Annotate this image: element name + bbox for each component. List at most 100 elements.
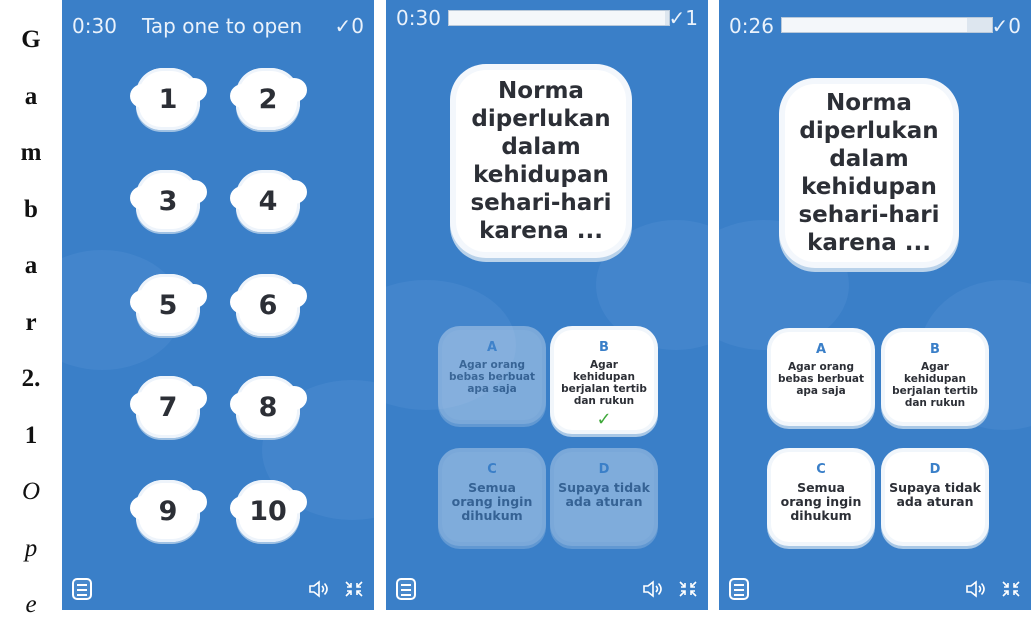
progress-fill bbox=[782, 18, 967, 32]
answer-letter: B bbox=[930, 342, 940, 357]
tile-9[interactable]: 9 bbox=[130, 480, 207, 542]
menu-icon[interactable] bbox=[396, 578, 416, 600]
question-line: Norma bbox=[498, 78, 584, 104]
tile-5[interactable]: 5 bbox=[130, 274, 207, 336]
answer-letter: C bbox=[487, 462, 497, 477]
question-line: dalam bbox=[501, 134, 581, 160]
menu-icon[interactable] bbox=[729, 578, 749, 600]
answer-text: Semua orang ingin dihukum bbox=[780, 480, 862, 523]
side-caption: G a m b a r 2. 1 O p e bbox=[0, 0, 62, 618]
question-line: sehari-hari bbox=[470, 190, 612, 216]
tile-4[interactable]: 4 bbox=[230, 170, 307, 232]
answer-text: Supaya tidak ada aturan bbox=[889, 480, 981, 509]
tile-number: 2 bbox=[258, 83, 278, 115]
menu-icon[interactable] bbox=[72, 578, 92, 600]
bottom-bar bbox=[386, 564, 708, 610]
tile-number: 6 bbox=[258, 289, 278, 321]
top-bar: 0:30 Tap one to open ✓0 bbox=[62, 0, 374, 46]
score: ✓0 bbox=[334, 14, 364, 38]
check-icon: ✓ bbox=[596, 409, 612, 430]
side-letter: p bbox=[24, 534, 38, 562]
answer-text: Agar orang bebas berbuat apa saja bbox=[448, 359, 536, 395]
progress-bar bbox=[781, 17, 993, 33]
answer-text: Agar orang bebas berbuat apa saja bbox=[777, 361, 865, 397]
tile-number: 8 bbox=[258, 391, 278, 423]
timer: 0:30 bbox=[396, 6, 441, 30]
tile-2[interactable]: 2 bbox=[230, 68, 307, 130]
bottom-bar bbox=[62, 564, 374, 610]
answer-c[interactable]: C Semua orang ingin dihukum bbox=[771, 452, 871, 542]
top-bar: 0:26 ✓0 bbox=[719, 0, 1031, 46]
tile-number: 10 bbox=[249, 495, 287, 527]
question-line: Norma bbox=[826, 90, 912, 116]
tile-number: 5 bbox=[158, 289, 178, 321]
question-line: karena ... bbox=[479, 218, 603, 244]
answer-d[interactable]: D Supaya tidak ada aturan bbox=[885, 452, 985, 542]
tile-6[interactable]: 6 bbox=[230, 274, 307, 336]
question-card: Norma diperlukan dalam kehidupan sehari-… bbox=[456, 70, 626, 252]
question-line: sehari-hari bbox=[798, 202, 940, 228]
side-letter: 2. bbox=[21, 365, 41, 392]
answer-d[interactable]: D Supaya tidak ada aturan bbox=[554, 452, 654, 542]
tile-8[interactable]: 8 bbox=[230, 376, 307, 438]
question-line: kehidupan bbox=[801, 174, 937, 200]
answer-text: Semua orang ingin dihukum bbox=[451, 480, 533, 523]
tile-10[interactable]: 10 bbox=[230, 480, 307, 542]
answer-text: Agar kehidupan berjalan tertib dan rukun bbox=[561, 359, 647, 407]
question-line: diperlukan bbox=[471, 106, 611, 132]
speaker-icon[interactable] bbox=[965, 580, 987, 598]
tile-number: 7 bbox=[158, 391, 178, 423]
tile-number: 1 bbox=[158, 83, 178, 115]
answer-a[interactable]: A Agar orang bebas berbuat apa saja bbox=[771, 332, 871, 422]
tile-number: 9 bbox=[158, 495, 178, 527]
side-letter: a bbox=[24, 82, 38, 110]
answer-a[interactable]: A Agar orang bebas berbuat apa saja bbox=[442, 330, 542, 420]
tile-number: 3 bbox=[158, 185, 178, 217]
answer-letter: D bbox=[598, 462, 610, 477]
score: ✓1 bbox=[668, 6, 698, 30]
answer-letter: B bbox=[599, 340, 609, 355]
answer-b[interactable]: B Agar kehidupan berjalan tertib dan ruk… bbox=[554, 330, 654, 430]
collapse-icon[interactable] bbox=[1001, 580, 1021, 598]
side-letter: r bbox=[25, 308, 37, 336]
side-letter: G bbox=[21, 26, 41, 53]
game-panel-question: 0:26 ✓0 Norma diperlukan dalam kehidupan… bbox=[719, 0, 1031, 610]
question-line: kehidupan bbox=[473, 162, 609, 188]
side-letter: 1 bbox=[24, 421, 38, 449]
progress-bar bbox=[448, 10, 670, 26]
timer: 0:30 bbox=[72, 14, 117, 38]
answer-text: Agar kehidupan berjalan tertib dan rukun bbox=[892, 361, 978, 409]
bottom-bar bbox=[719, 564, 1031, 610]
top-bar: 0:30 ✓1 bbox=[386, 0, 708, 46]
instruction-text: Tap one to open bbox=[142, 14, 303, 38]
tile-number: 4 bbox=[258, 185, 278, 217]
answer-letter: A bbox=[815, 342, 827, 357]
answer-b[interactable]: B Agar kehidupan berjalan tertib dan ruk… bbox=[885, 332, 985, 422]
side-letter: a bbox=[24, 252, 38, 279]
tile-3[interactable]: 3 bbox=[130, 170, 207, 232]
side-letter: O bbox=[21, 478, 41, 505]
side-letter: e bbox=[25, 591, 37, 618]
answer-letter: A bbox=[486, 340, 498, 355]
answer-text: Supaya tidak ada aturan bbox=[558, 480, 650, 509]
collapse-icon[interactable] bbox=[344, 580, 364, 598]
question-line: dalam bbox=[829, 146, 909, 172]
answer-letter: D bbox=[929, 462, 941, 477]
speaker-icon[interactable] bbox=[642, 580, 664, 598]
question-line: diperlukan bbox=[799, 118, 939, 144]
speaker-icon[interactable] bbox=[308, 580, 330, 598]
question-card: Norma diperlukan dalam kehidupan sehari-… bbox=[785, 84, 953, 262]
question-line: karena ... bbox=[807, 230, 931, 256]
game-panel-answered: 0:30 ✓1 Norma diperlukan dalam kehidupan… bbox=[386, 0, 708, 610]
score: ✓0 bbox=[991, 14, 1021, 38]
answer-c[interactable]: C Semua orang ingin dihukum bbox=[442, 452, 542, 542]
tile-7[interactable]: 7 bbox=[130, 376, 207, 438]
timer: 0:26 bbox=[729, 14, 774, 38]
progress-fill bbox=[449, 11, 665, 25]
side-letter: m bbox=[20, 139, 42, 166]
game-panel-menu: 0:30 Tap one to open ✓0 1 2 3 4 5 6 7 8 … bbox=[62, 0, 374, 610]
collapse-icon[interactable] bbox=[678, 580, 698, 598]
answer-letter: C bbox=[816, 462, 826, 477]
tile-1[interactable]: 1 bbox=[130, 68, 207, 130]
side-letter: b bbox=[24, 195, 38, 223]
